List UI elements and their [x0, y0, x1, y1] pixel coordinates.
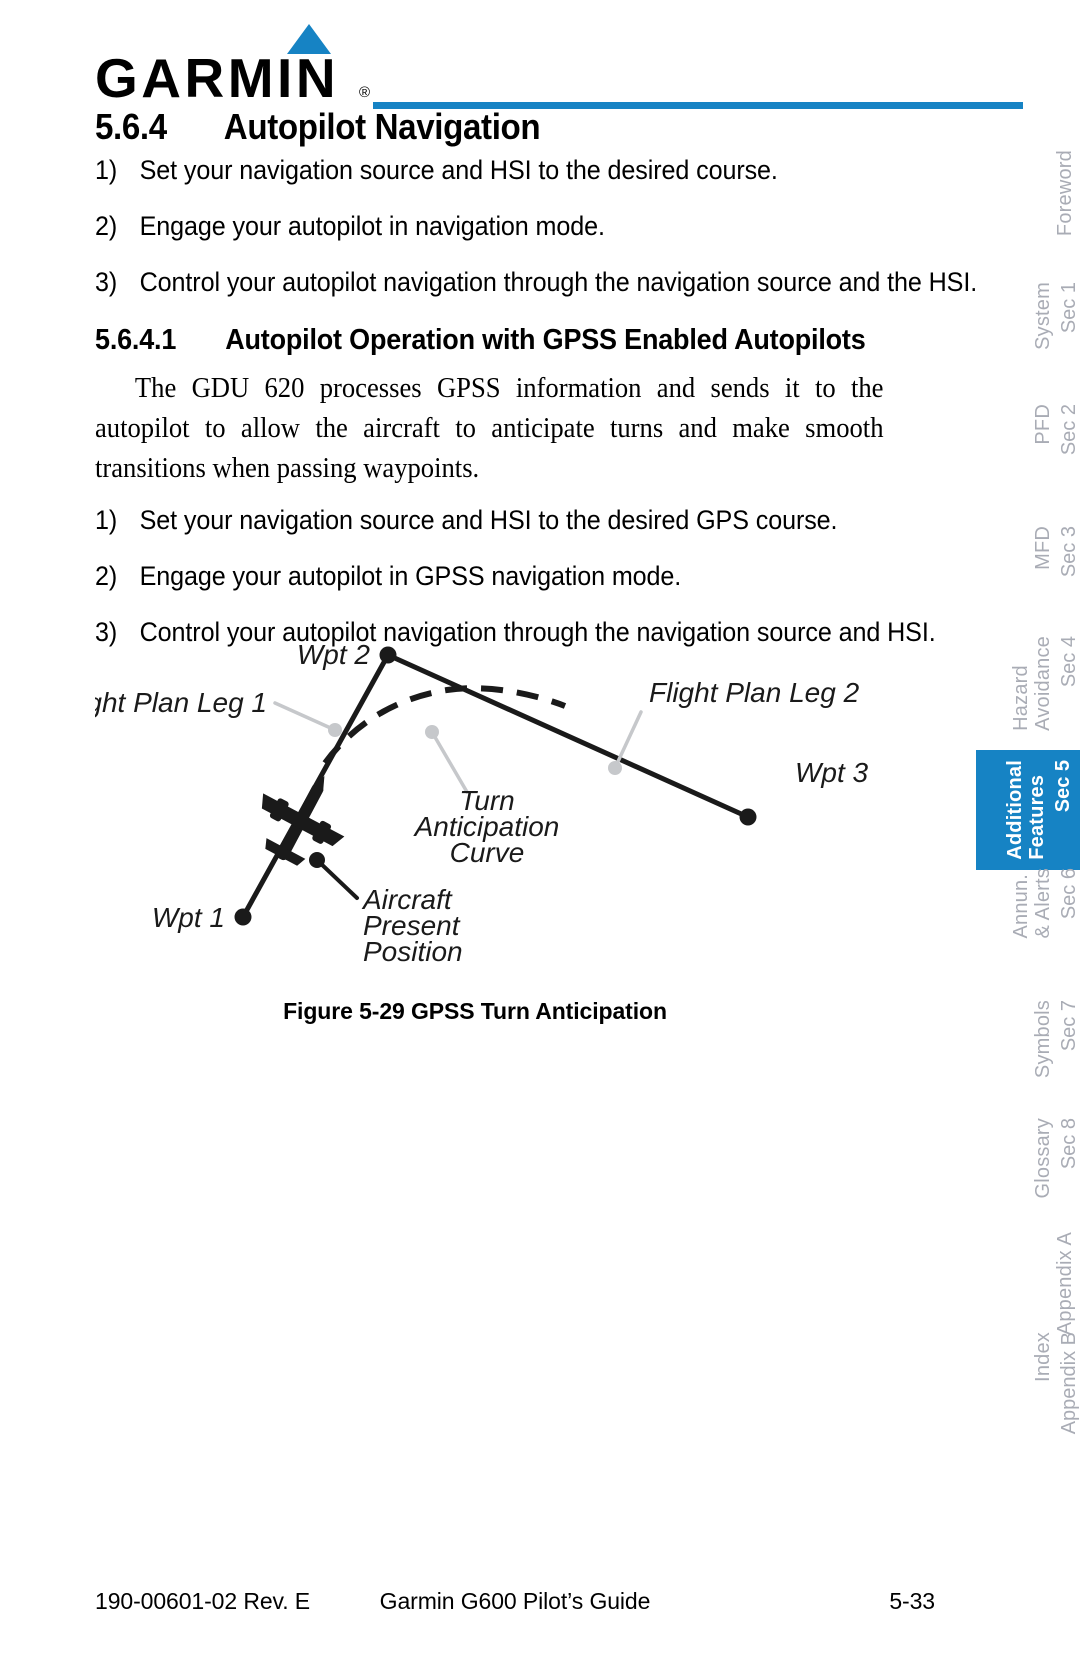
sidebar-tab-label: PFD: [1032, 404, 1054, 445]
sidebar-tab-additional-features[interactable]: Sec 5 Additional Features: [976, 750, 1080, 870]
sidebar-tab-pfd[interactable]: Sec 2 PFD: [988, 404, 1080, 455]
figure-label-wpt2: Wpt 2: [297, 639, 371, 670]
sidebar-tab-sec: Sec 7: [1058, 1000, 1080, 1052]
section-title: Autopilot Navigation: [223, 106, 541, 147]
list-text: Control your autopilot navigation throug…: [139, 267, 978, 297]
list-marker: 2): [95, 211, 118, 241]
section-step-list: 1) Set your navigation source and HSI to…: [95, 153, 977, 299]
sidebar-tab-label: Hazard Avoidance: [1010, 636, 1054, 731]
waypoint-2-dot: [379, 646, 397, 664]
sidebar-tab-mfd[interactable]: Sec 3 MFD: [988, 526, 1080, 577]
sidebar-tab-label: Index: [1032, 1332, 1054, 1382]
figure-diagram: Wpt 2 Flight Plan Leg 1 Flight Plan Leg …: [57, 639, 869, 967]
sidebar-tab-sec: Sec 3: [1058, 526, 1080, 578]
sidebar-tab-label: Symbols: [1032, 1000, 1054, 1079]
sidebar-tab-glossary[interactable]: Sec 8 Glossary: [988, 1118, 1080, 1199]
main-content: 5.6.4 Autopilot Navigation 1) Set your na…: [95, 105, 977, 671]
sidebar-tab-label: Glossary: [1032, 1118, 1054, 1199]
sidebar-tab-label: Appendix A: [1054, 1232, 1076, 1336]
figure-label-leg-1: Flight Plan Leg 1: [95, 687, 267, 718]
list-item: 1) Set your navigation source and HSI to…: [95, 503, 867, 537]
footer-page-number: 5-33: [889, 1588, 935, 1614]
figure-label-leg-2: Flight Plan Leg 2: [649, 677, 860, 708]
page-header: GARMIN ®: [95, 22, 1023, 109]
sidebar-tab-label: MFD: [1032, 526, 1054, 570]
sidebar-tab-sec: Sec 1: [1058, 282, 1080, 334]
sidebar-tab-sec: Sec 4: [1058, 636, 1080, 688]
sidebar-tab-system[interactable]: Sec 1 System: [988, 282, 1080, 350]
waypoint-3-dot: [739, 808, 757, 826]
list-marker: 1): [95, 155, 118, 185]
sidebar-tab-label: System: [1032, 282, 1054, 350]
figure-label-aircraft-line3: Position: [363, 936, 463, 967]
list-text: Set your navigation source and HSI to th…: [139, 505, 838, 535]
leader-line-turn-curve: [430, 730, 469, 794]
page-footer: 190-00601-02 Rev. E Garmin G600 Pilot’s …: [95, 1588, 935, 1620]
figure-gpss-turn-anticipation: Wpt 2 Flight Plan Leg 1 Flight Plan Leg …: [57, 620, 925, 1040]
list-text: Set your navigation source and HSI to th…: [139, 155, 778, 185]
subsection-title: Autopilot Operation with GPSS Enabled Au…: [225, 324, 866, 356]
list-marker: 1): [95, 505, 118, 535]
sidebar-tab-foreword[interactable]: Foreword: [988, 150, 1080, 236]
subsection-heading: 5.6.4.1 Autopilot Operation with GPSS Ena…: [95, 321, 867, 359]
list-marker: 2): [95, 561, 118, 591]
sidebar-tab-label: Foreword: [1054, 150, 1076, 237]
leader-line-aircraft-position: [315, 858, 359, 900]
garmin-wordmark: GARMIN: [95, 47, 340, 109]
subsection-number: 5.6.4.1: [95, 324, 177, 356]
list-text: Engage your autopilot in GPSS navigation…: [139, 561, 682, 591]
list-item: 3) Control your autopilot navigation thr…: [95, 265, 977, 299]
list-marker: 3): [95, 267, 118, 297]
sidebar-tab-sec: Sec 5: [1052, 760, 1074, 813]
registered-mark-icon: ®: [359, 84, 371, 101]
figure-label-wpt1: Wpt 1: [152, 902, 225, 933]
sidebar-tab-appendix-b-index[interactable]: Appendix B Index: [988, 1332, 1080, 1434]
figure-label-wpt3: Wpt 3: [795, 757, 869, 788]
footer-doc-title: Garmin G600 Pilot’s Guide: [379, 1588, 651, 1614]
list-item: 2) Engage your autopilot in navigation m…: [95, 209, 867, 243]
section-tab-rail: Foreword Sec 1 System Sec 2 PFD Sec 3 MF…: [970, 0, 1080, 1669]
aircraft-symbol-icon: [261, 776, 345, 866]
sidebar-tab-appendix-a[interactable]: Appendix A: [988, 1232, 1080, 1335]
leader-line-leg-1: [273, 701, 337, 732]
document-page: GARMIN ® 5.6.4 Autopilot Navigation 1) Se…: [0, 0, 1080, 1669]
sidebar-tab-sec: Sec 8: [1058, 1118, 1080, 1170]
waypoint-1-dot: [234, 908, 252, 926]
sidebar-tab-label: Additional Features: [1004, 760, 1048, 860]
leader-dot-leg-1: [328, 723, 342, 737]
section-heading: 5.6.4 Autopilot Navigation: [95, 105, 859, 149]
list-text: Engage your autopilot in navigation mode…: [139, 211, 605, 241]
sidebar-tab-annun-alerts[interactable]: Sec 6 Annun. & Alerts: [988, 868, 1080, 939]
sidebar-tab-sec: Sec 2: [1058, 404, 1080, 456]
sidebar-tab-hazard-avoidance[interactable]: Sec 4 Hazard Avoidance: [988, 636, 1080, 731]
figure-label-turn-curve-line3: Curve: [450, 837, 525, 868]
list-item: 2) Engage your autopilot in GPSS navigat…: [95, 559, 867, 593]
figure-caption: Figure 5-29 GPSS Turn Anticipation: [283, 998, 667, 1024]
section-number: 5.6.4: [95, 106, 167, 147]
leader-line-leg-2: [613, 710, 643, 770]
sidebar-tab-label: Annun. & Alerts: [1010, 868, 1054, 939]
sidebar-tab-sec: Appendix B: [1058, 1332, 1080, 1435]
leader-dot-leg-2: [608, 761, 622, 775]
sidebar-tab-sec: Sec 6: [1058, 868, 1080, 920]
garmin-logo: GARMIN ®: [95, 22, 385, 106]
sidebar-tab-symbols[interactable]: Sec 7 Symbols: [988, 1000, 1080, 1078]
body-paragraph: The GDU 620 processes GPSS information a…: [95, 373, 884, 484]
list-item: 1) Set your navigation source and HSI to…: [95, 153, 867, 187]
leader-dot-turn-curve: [425, 725, 439, 739]
